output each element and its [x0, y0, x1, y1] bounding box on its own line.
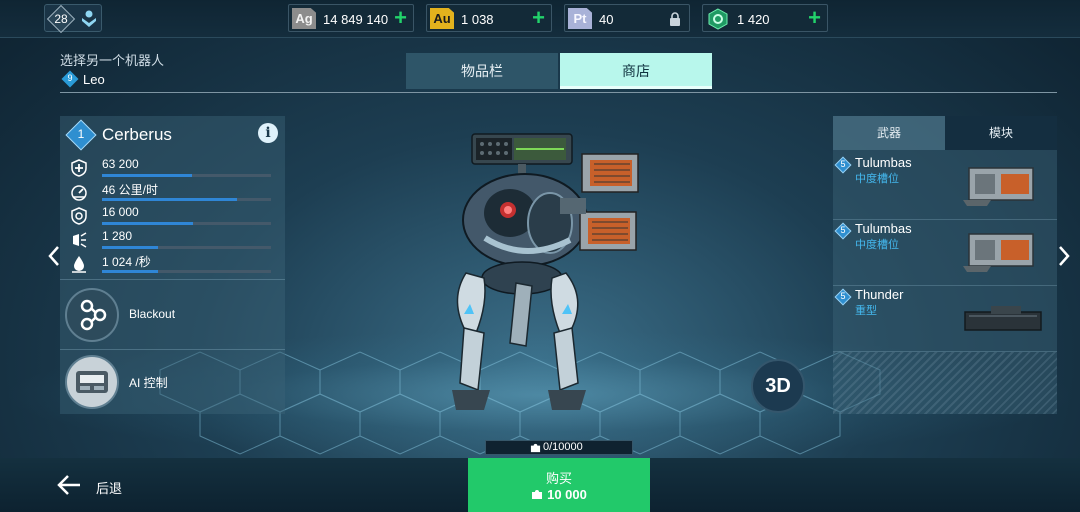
toggle-3d-view-button[interactable]: 3D: [751, 359, 805, 413]
stat-value: 63 200: [102, 157, 139, 171]
gold-amount: 1 038: [461, 12, 494, 27]
parts-progress-bar: 0/10000: [485, 440, 633, 455]
damage-icon: [73, 232, 87, 248]
flame-drop-icon: [72, 256, 86, 273]
stat-bar: [102, 174, 271, 177]
gold-badge-icon: Au: [430, 8, 454, 29]
player-level-badge[interactable]: 28: [44, 4, 102, 34]
weapon-image: [964, 306, 1042, 331]
ability-icon-frame: [65, 355, 119, 409]
weapon-slot-type: 中度槽位: [855, 173, 899, 185]
currency-gold[interactable]: Au 1 038 +: [426, 4, 552, 32]
speedometer-icon: [71, 185, 87, 201]
tab-modules[interactable]: 模块: [945, 116, 1057, 150]
platinum-badge-icon: Pt: [568, 8, 592, 29]
add-key-button[interactable]: +: [808, 7, 821, 29]
blackout-icon: [80, 299, 107, 331]
silver-amount: 14 849 140: [323, 12, 389, 27]
weapon-name: Thunder: [855, 287, 904, 302]
stat-bar-fill: [102, 198, 238, 201]
weapon-slot[interactable]: 5 Tulumbas 中度槽位: [833, 220, 1057, 286]
weapon-slot-type: 重型: [855, 305, 877, 317]
ability-icon-frame: [65, 288, 119, 342]
empty-slot-area: [833, 352, 1057, 414]
stat-energy-shield: 16 000: [60, 205, 285, 229]
stat-value: 1 280: [102, 229, 133, 243]
weapon-slot[interactable]: 5 Tulumbas 中度槽位: [833, 154, 1057, 220]
back-arrow-icon: [57, 475, 80, 495]
robot-model[interactable]: [430, 128, 650, 418]
weapon-slot[interactable]: 5 Thunder 重型: [833, 286, 1057, 352]
stat-damage-per-second: 1 024 /秒: [60, 253, 285, 277]
buy-label: 购买: [545, 471, 572, 486]
equipment-panel: 武器 模块 5 Tulumbas 中度槽位 5 Tulumbas 中度槽位 5 …: [833, 116, 1057, 414]
weapon-level: 5: [840, 225, 846, 235]
ability-ai-control[interactable]: AI 控制: [60, 349, 285, 415]
weapon-image: [963, 233, 1034, 272]
robot-stats-panel: 1 Cerberus i 63 200 46 公里/时 16 000 1 280…: [60, 116, 285, 414]
select-robot-label[interactable]: 选择另一个机器人: [60, 50, 164, 69]
shield-plus-icon: [71, 159, 87, 177]
stat-health: 63 200: [60, 157, 285, 181]
robot-name: Leo: [83, 72, 105, 87]
next-robot-arrow-icon[interactable]: [1056, 244, 1072, 268]
stat-bar: [102, 270, 271, 273]
currency-key[interactable]: 1 420 +: [702, 4, 828, 32]
player-level: 28: [54, 12, 68, 26]
ai-control-icon: [76, 371, 108, 393]
puzzle-piece-icon: [532, 490, 543, 499]
stat-value: 46 公里/时: [102, 183, 159, 197]
tab-shop[interactable]: 商店: [560, 53, 712, 89]
stat-value: 16 000: [102, 205, 139, 219]
stat-bar: [102, 198, 271, 201]
silver-badge-icon: Ag: [292, 8, 316, 29]
buy-price-row: 10 000: [468, 487, 650, 502]
buy-button[interactable]: 购买 10 000: [468, 458, 650, 512]
weapon-level: 5: [840, 159, 846, 169]
weapon-slot-type: 中度槽位: [855, 239, 899, 251]
divider: [60, 92, 1057, 93]
robot-level: 9: [67, 73, 73, 83]
currency-silver[interactable]: Ag 14 849 140 +: [288, 4, 414, 32]
key-currency-icon: [708, 8, 728, 30]
lock-icon: [670, 12, 680, 26]
platinum-amount: 40: [599, 12, 614, 27]
tab-weapons[interactable]: 武器: [833, 116, 945, 150]
top-bar: 28 Ag 14 849 140 + Au 1 038 + Pt 40 1 42…: [0, 0, 1080, 38]
stat-damage: 1 280: [60, 229, 285, 253]
info-icon[interactable]: i: [258, 123, 278, 143]
robot-level: 1: [77, 127, 85, 141]
stat-bar: [102, 222, 271, 225]
ability-blackout[interactable]: Blackout: [60, 282, 285, 348]
ability-label: Blackout: [129, 307, 176, 321]
stat-bar-fill: [102, 270, 158, 273]
puzzle-piece-icon: [530, 443, 541, 453]
parts-progress-text: 0/10000: [543, 441, 583, 453]
stat-bar: [102, 246, 271, 249]
stat-value: 1 024 /秒: [102, 255, 151, 269]
stat-bar-fill: [102, 222, 194, 225]
buy-price: 10 000: [547, 487, 587, 502]
rank-chevron-icon: [82, 10, 96, 27]
tab-inventory[interactable]: 物品栏: [406, 53, 558, 89]
key-amount: 1 420: [737, 12, 770, 27]
stat-bar-fill: [102, 246, 158, 249]
back-label: 后退: [96, 481, 123, 496]
energy-shield-icon: [71, 207, 87, 225]
weapon-image: [963, 167, 1034, 206]
stat-bar-fill: [102, 174, 192, 177]
currency-platinum[interactable]: Pt 40: [564, 4, 690, 32]
add-gold-button[interactable]: +: [532, 7, 545, 29]
add-silver-button[interactable]: +: [394, 7, 407, 29]
weapon-name: Tulumbas: [855, 155, 912, 170]
back-button[interactable]: 后退: [56, 474, 146, 498]
robot-title: Cerberus: [102, 125, 172, 144]
stat-speed: 46 公里/时: [60, 181, 285, 205]
weapon-name: Tulumbas: [855, 221, 912, 236]
weapon-level: 5: [840, 291, 846, 301]
divider: [60, 279, 285, 280]
ability-label: AI 控制: [129, 376, 168, 390]
